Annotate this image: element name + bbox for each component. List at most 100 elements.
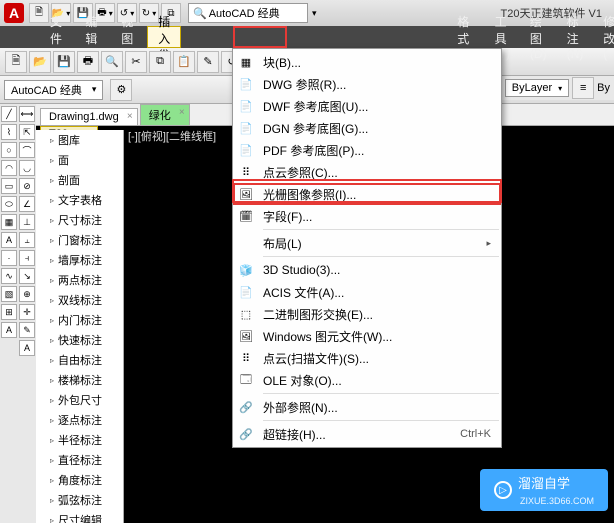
- command-tree: 图库 面 剖面 文字表格 尺寸标注 门窗标注 墙厚标注 两点标注 双线标注 内门…: [36, 130, 124, 523]
- dim-tolerance-icon[interactable]: ⊕: [19, 286, 35, 302]
- layer-controls: ByLayer ≡ By: [501, 76, 614, 100]
- dim-continue-icon[interactable]: ⫞: [19, 250, 35, 266]
- tb-paste-icon[interactable]: 📋: [173, 51, 195, 73]
- tree-item[interactable]: 半径标注: [36, 430, 123, 450]
- dim-edit-icon[interactable]: ✎: [19, 322, 35, 338]
- tree-item[interactable]: 剖面: [36, 170, 123, 190]
- file-tab-drawing1[interactable]: Drawing1.dwg: [40, 108, 138, 125]
- menu-item-dwf-ref[interactable]: 📄DWF 参考底图(U)...: [233, 95, 501, 117]
- tb-open-icon[interactable]: 📂: [29, 51, 51, 73]
- tree-item[interactable]: 面: [36, 150, 123, 170]
- menu-dim[interactable]: 标注(N): [557, 26, 594, 48]
- tb-copy-icon[interactable]: ⧉: [149, 51, 171, 73]
- menu-item-layout[interactable]: 布局(L): [233, 232, 501, 254]
- menu-item-pdf-ref[interactable]: 📄PDF 参考底图(P)...: [233, 139, 501, 161]
- tb-preview-icon[interactable]: 🔍: [101, 51, 123, 73]
- tree-item[interactable]: 快速标注: [36, 330, 123, 350]
- tree-item[interactable]: 角度标注: [36, 470, 123, 490]
- acis-icon: 📄: [235, 283, 257, 301]
- tb-match-icon[interactable]: ✎: [197, 51, 219, 73]
- menu-item-acis[interactable]: 📄ACIS 文件(A)...: [233, 281, 501, 303]
- tree-item[interactable]: 尺寸标注: [36, 210, 123, 230]
- annotation-highlight-item: [232, 179, 502, 203]
- menu-item-3ds[interactable]: 🧊3D Studio(3)...: [233, 259, 501, 281]
- dropdown-icon[interactable]: ▾: [312, 8, 317, 19]
- tb-plot-icon[interactable]: 🖶: [77, 51, 99, 73]
- arc-icon[interactable]: ◠: [1, 160, 17, 176]
- tree-item[interactable]: 门窗标注: [36, 230, 123, 250]
- tree-item[interactable]: 图库: [36, 130, 123, 150]
- ellipse-icon[interactable]: ⬭: [1, 196, 17, 212]
- tree-item[interactable]: 弧弦标注: [36, 490, 123, 510]
- tree-item[interactable]: 外包尺寸: [36, 390, 123, 410]
- menu-item-hyperlink[interactable]: 🔗超链接(H)...Ctrl+K: [233, 423, 501, 445]
- dim-radius-icon[interactable]: ◡: [19, 160, 35, 176]
- menu-separator: [263, 393, 499, 394]
- dim-style-icon[interactable]: A: [19, 340, 35, 356]
- menu-modify[interactable]: 修改(: [593, 26, 614, 48]
- menu-file[interactable]: 文件(F): [40, 26, 75, 48]
- menu-view[interactable]: 视图(V): [111, 26, 147, 48]
- workspace-search[interactable]: 🔍 AutoCAD 经典: [188, 3, 308, 23]
- circle-icon[interactable]: ○: [1, 142, 17, 158]
- dim-linear-icon[interactable]: ⟷: [19, 106, 35, 122]
- tree-item[interactable]: 尺寸编辑: [36, 510, 123, 523]
- tb-cut-icon[interactable]: ✂: [125, 51, 147, 73]
- tree-item[interactable]: 双线标注: [36, 290, 123, 310]
- annotation-highlight: [233, 26, 287, 48]
- dim-baseline-icon[interactable]: ⫠: [19, 232, 35, 248]
- menu-item-wmf[interactable]: 🖼Windows 图元文件(W)...: [233, 325, 501, 347]
- mtext-icon[interactable]: A: [1, 322, 17, 338]
- tree-item[interactable]: 文字表格: [36, 190, 123, 210]
- tree-item[interactable]: 自由标注: [36, 350, 123, 370]
- workspace-gear-icon[interactable]: ⚙: [110, 79, 132, 101]
- file-tab-greening[interactable]: 绿化: [140, 104, 190, 125]
- menu-item-ole[interactable]: 🗔OLE 对象(O)...: [233, 369, 501, 391]
- dim-angular-icon[interactable]: ∠: [19, 196, 35, 212]
- dim-aligned-icon[interactable]: ⇱: [19, 124, 35, 140]
- line-icon[interactable]: ╱: [1, 106, 17, 122]
- dim-leader-icon[interactable]: ↘: [19, 268, 35, 284]
- qat-undo-icon[interactable]: ↻: [139, 3, 159, 23]
- menu-item-dgn-ref[interactable]: 📄DGN 参考底图(G)...: [233, 117, 501, 139]
- menu-item-block[interactable]: ▦块(B)...: [233, 51, 501, 73]
- menu-format[interactable]: 格式(O): [447, 26, 484, 48]
- table-icon[interactable]: ⊞: [1, 304, 17, 320]
- polyline-icon[interactable]: ⌇: [1, 124, 17, 140]
- bylayer-combo[interactable]: ByLayer: [505, 79, 569, 97]
- menu-item-dwg-ref[interactable]: 📄DWG 参照(R)...: [233, 73, 501, 95]
- app-logo[interactable]: A: [4, 3, 24, 23]
- dim-diameter-icon[interactable]: ⊘: [19, 178, 35, 194]
- dim-arc-icon[interactable]: ⌒: [19, 142, 35, 158]
- spline-icon[interactable]: ∿: [1, 268, 17, 284]
- tb-save-icon[interactable]: 💾: [53, 51, 75, 73]
- workspace-dropdown[interactable]: AutoCAD 经典: [4, 80, 103, 100]
- tree-item[interactable]: 逐点标注: [36, 410, 123, 430]
- tree-item[interactable]: 直径标注: [36, 450, 123, 470]
- dim-center-icon[interactable]: ✛: [19, 304, 35, 320]
- menu-tools[interactable]: 工具(T): [485, 26, 520, 48]
- menu-item-pointcloud-scan[interactable]: ⠿点云(扫描文件)(S)...: [233, 347, 501, 369]
- tree-item[interactable]: 内门标注: [36, 310, 123, 330]
- text-icon-a[interactable]: A: [1, 232, 17, 248]
- lineweight-icon[interactable]: ≡: [572, 77, 594, 99]
- tree-item[interactable]: 楼梯标注: [36, 370, 123, 390]
- menu-item-xref[interactable]: 🔗外部参照(N)...: [233, 396, 501, 418]
- menu-item-field[interactable]: 🗓字段(F)...: [233, 205, 501, 227]
- menu-item-dxb[interactable]: ⬚二进制图形交换(E)...: [233, 303, 501, 325]
- hatch-icon[interactable]: ▦: [1, 214, 17, 230]
- tree-item[interactable]: 两点标注: [36, 270, 123, 290]
- watermark-badge: ▷ 溜溜自学 ZIXUE.3D66.COM: [480, 469, 608, 511]
- qat-new-icon[interactable]: 🗎: [29, 3, 49, 23]
- viewport-label[interactable]: [-][俯视][二维线框]: [128, 128, 216, 144]
- search-text: AutoCAD 经典: [209, 5, 280, 21]
- menu-edit[interactable]: 编辑(E): [75, 26, 111, 48]
- menu-draw[interactable]: 绘图(D): [520, 26, 557, 48]
- point-icon[interactable]: ·: [1, 250, 17, 266]
- region-icon[interactable]: ▧: [1, 286, 17, 302]
- tb-new-icon[interactable]: 🗎: [5, 51, 27, 73]
- tree-item[interactable]: 墙厚标注: [36, 250, 123, 270]
- rect-icon[interactable]: ▭: [1, 178, 17, 194]
- menu-insert[interactable]: 插入(I): [147, 26, 181, 48]
- dim-ordinate-icon[interactable]: ⊥: [19, 214, 35, 230]
